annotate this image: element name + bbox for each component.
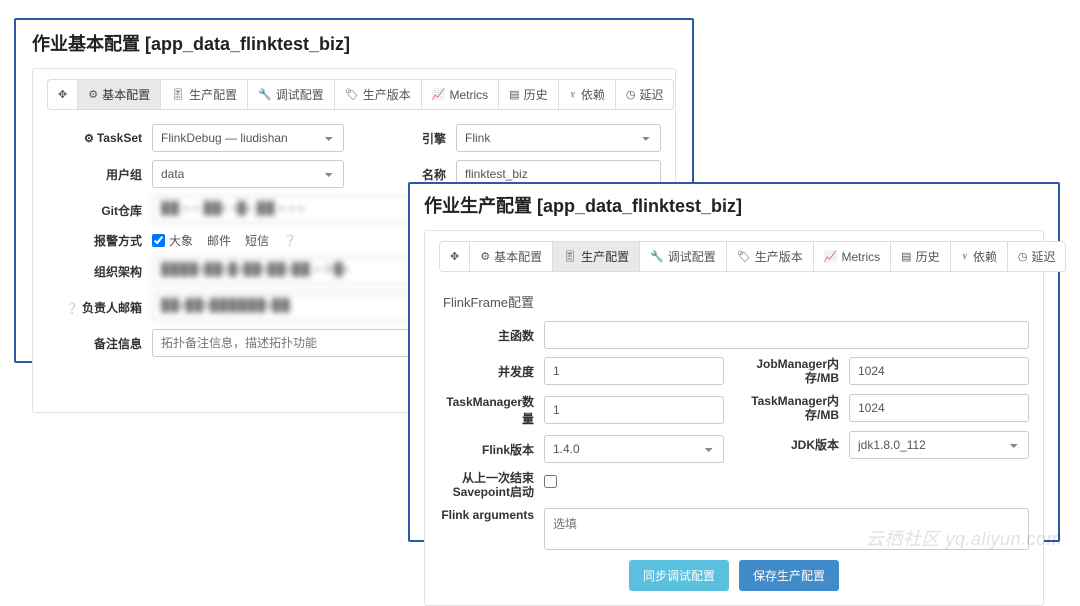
tab-delay-label: 延迟 (639, 86, 663, 103)
tab-basic-2[interactable]: ⚙基本配置 (470, 242, 553, 271)
tab-basic-label: 基本配置 (102, 86, 150, 103)
wrench-icon: 🔧 (650, 250, 664, 263)
taskset-select[interactable]: FlinkDebug — liudishan (152, 124, 344, 152)
prod-config-body: ✥ ⚙基本配置 🎚生产配置 🔧调试配置 🏷生产版本 📈Metrics ▤历史 ♆… (424, 230, 1044, 606)
args-input[interactable] (544, 508, 1029, 550)
book-icon: ▤ (509, 88, 519, 101)
tab-deps[interactable]: ♆ 依赖 (559, 80, 616, 109)
tab-version-label: 生产版本 (363, 86, 411, 103)
tab-metrics-label: Metrics (450, 88, 489, 102)
label-mainfn: 主函数 (439, 327, 544, 344)
sitemap-icon: ♆ (569, 89, 577, 101)
clock-icon: ◷ (1018, 250, 1028, 263)
tmcount-input[interactable] (544, 396, 724, 424)
tab-metrics-2[interactable]: 📈Metrics (814, 242, 891, 271)
tab-delay[interactable]: ◷延迟 (616, 80, 674, 109)
clock-icon: ◷ (626, 88, 636, 101)
label-flinkver: Flink版本 (439, 441, 544, 458)
tab-move-2[interactable]: ✥ (440, 242, 470, 271)
jmmem-input[interactable] (849, 357, 1029, 385)
label-owner: ❔负责人邮箱 (47, 299, 152, 316)
tag-icon: 🏷 (345, 88, 359, 101)
label-savepoint: 从上一次结束Savepoint启动 (439, 471, 544, 500)
alarm-sms[interactable]: 短信 (245, 232, 269, 249)
label-parallel: 并发度 (439, 363, 544, 380)
label-alarm: 报警方式 (47, 232, 152, 249)
tab-deps-2[interactable]: ♆依赖 (951, 242, 1008, 271)
label-jmmem: JobManager内存/MB (744, 357, 849, 386)
flinkframe-section: FlinkFrame配置 (439, 286, 1029, 321)
tab-move[interactable]: ✥ (48, 80, 78, 109)
tab-version-2[interactable]: 🏷生产版本 (727, 242, 814, 271)
help-icon[interactable]: ❔ (283, 234, 297, 247)
mainfn-input[interactable] (544, 321, 1029, 349)
tab-delay-2[interactable]: ◷延迟 (1008, 242, 1066, 271)
gear-icon: ⚙ (480, 250, 490, 263)
label-org: 组织架构 (47, 263, 152, 280)
tab-deps-label: 依赖 (581, 86, 605, 103)
sliders-icon: 🎚 (171, 88, 185, 101)
basic-form-row1: ⚙TaskSet FlinkDebug — liudishan 引擎 Flink (47, 124, 661, 160)
tag-icon: 🏷 (737, 250, 751, 263)
label-remark: 备注信息 (47, 335, 152, 352)
chart-icon: 📈 (432, 88, 446, 101)
tab-bar: ✥ ⚙ 基本配置 🎚 生产配置 🔧 调试配置 🏷 生产版本 📈 Metrics ▤ 历史 ♆… (47, 79, 674, 110)
label-tmmem: TaskManager内存/MB (744, 394, 849, 423)
book-icon: ▤ (901, 250, 911, 263)
alarm-mail[interactable]: 邮件 (207, 232, 231, 249)
tab-version[interactable]: 🏷 生产版本 (335, 80, 422, 109)
wrench-icon: 🔧 (258, 88, 272, 101)
gear-icon: ⚙ (84, 133, 94, 145)
label-name: 名称 (364, 166, 456, 183)
label-usergroup: 用户组 (47, 166, 152, 183)
tab-debug[interactable]: 🔧 调试配置 (248, 80, 335, 109)
prod-config-panel: 作业生产配置 [app_data_flinktest_biz] ✥ ⚙基本配置 … (408, 182, 1060, 542)
label-jdk: JDK版本 (744, 436, 849, 453)
move-icon: ✥ (450, 250, 459, 263)
savepoint-checkbox[interactable] (544, 475, 557, 488)
tab-bar-2: ✥ ⚙基本配置 🎚生产配置 🔧调试配置 🏷生产版本 📈Metrics ▤历史 ♆… (439, 241, 1066, 272)
chart-icon: 📈 (824, 250, 838, 263)
tab-prod-label: 生产配置 (189, 86, 237, 103)
alarm-checks: 大象 邮件 短信 ❔ (152, 232, 297, 249)
sync-debug-button[interactable]: 同步调试配置 (629, 560, 729, 591)
tmmem-input[interactable] (849, 394, 1029, 422)
tab-history[interactable]: ▤ 历史 (499, 80, 558, 109)
jdk-select[interactable]: jdk1.8.0_112 (849, 431, 1029, 459)
engine-select[interactable]: Flink (456, 124, 661, 152)
tab-history-2[interactable]: ▤历史 (891, 242, 950, 271)
gear-icon: ⚙ (88, 88, 98, 101)
flinkver-select[interactable]: 1.4.0 (544, 435, 724, 463)
label-tmcount: TaskManager数量 (439, 393, 544, 427)
tab-debug-2[interactable]: 🔧调试配置 (640, 242, 727, 271)
tab-prod-2[interactable]: 🎚生产配置 (553, 242, 640, 271)
tab-debug-label: 调试配置 (276, 86, 324, 103)
prod-btn-row: 同步调试配置 保存生产配置 (439, 560, 1029, 591)
tab-prod[interactable]: 🎚 生产配置 (161, 80, 248, 109)
label-engine: 引擎 (364, 130, 456, 147)
tab-basic[interactable]: ⚙ 基本配置 (78, 80, 161, 109)
basic-config-title: 作业基本配置 [app_data_flinktest_biz] (32, 30, 676, 56)
parallel-input[interactable] (544, 357, 724, 385)
tab-history-label: 历史 (524, 86, 548, 103)
move-icon: ✥ (58, 88, 67, 101)
label-git: Git仓库 (47, 202, 152, 219)
label-taskset: ⚙TaskSet (47, 131, 152, 145)
help-icon: ❔ (65, 303, 79, 315)
alarm-elephant[interactable]: 大象 (152, 232, 193, 249)
sliders-icon: 🎚 (563, 250, 577, 263)
save-prod-button[interactable]: 保存生产配置 (739, 560, 839, 591)
tab-metrics[interactable]: 📈 Metrics (422, 80, 499, 109)
label-args: Flink arguments (439, 508, 544, 522)
prod-config-title: 作业生产配置 [app_data_flinktest_biz] (424, 192, 1044, 218)
sitemap-icon: ♆ (961, 251, 969, 263)
usergroup-select[interactable]: data (152, 160, 344, 188)
